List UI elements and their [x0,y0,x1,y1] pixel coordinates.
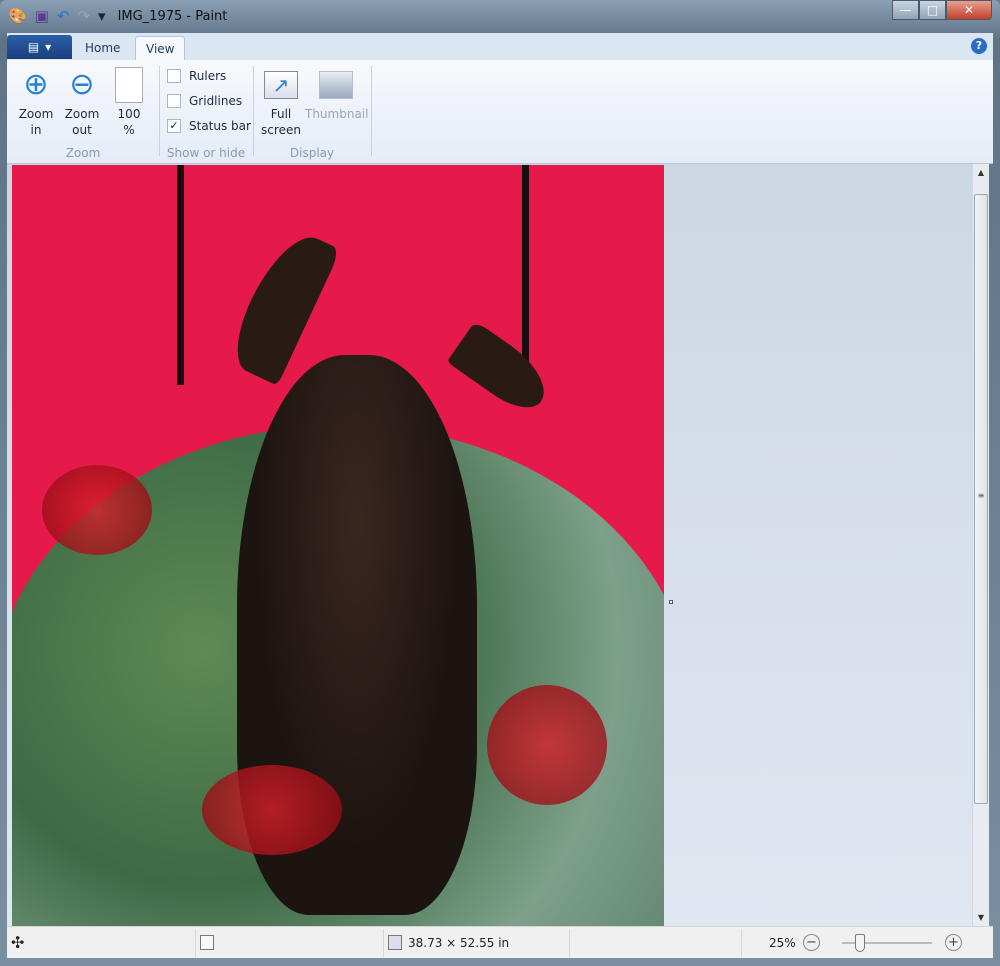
status-bar: ✣ 38.73 × 52.55 in 25% − + [7,926,993,958]
full-screen-label-2: screen [259,122,303,138]
checkbox-box[interactable] [167,94,181,108]
vertical-scrollbar[interactable]: ▲ ≡ ▼ [972,164,989,926]
tab-view[interactable]: View [135,36,185,60]
zoom-in-status-button[interactable]: + [945,934,962,951]
zoom-in-icon: ⊕ [15,64,57,106]
berries [42,465,152,555]
window-title: IMG_1975 - Paint [118,9,228,24]
zoom-out-button[interactable]: ⊖ Zoom out [61,64,103,138]
paint-window: 🎨 ▣ ↶ ↷ ▾ IMG_1975 - Paint — □ ✕ ▤▾ Home… [0,0,1000,966]
checkbox-box[interactable] [167,69,181,83]
customize-dropdown-icon[interactable]: ▾ [98,7,106,25]
paint-app-icon[interactable]: 🎨 [8,7,27,25]
undo-icon[interactable]: ↶ [57,7,70,25]
image-canvas[interactable] [12,165,664,926]
zoom-level: 25% [769,936,796,950]
save-icon[interactable]: ▣ [35,7,49,25]
show-hide-group-label: Show or hide [159,146,253,160]
paint-menu-button[interactable]: ▤▾ [7,35,72,59]
berries [487,685,607,805]
zoom-slider[interactable] [842,942,932,944]
ribbon-view: ⊕ Zoom in ⊖ Zoom out 100 % Zoom Rulers G… [7,60,993,164]
selection-size-icon [200,935,214,950]
minimize-button[interactable]: — [892,0,919,20]
status-bar-checkbox[interactable]: ✓ Status bar [167,119,251,133]
zoom-out-label-2: out [61,122,103,138]
page-icon [109,64,149,106]
title-bar: 🎨 ▣ ↶ ↷ ▾ IMG_1975 - Paint — □ ✕ [0,0,1000,32]
full-screen-label: Full [259,106,303,122]
status-bar-label: Status bar [189,119,251,133]
full-screen-button[interactable]: ↗ Full screen [259,64,303,138]
dog-ear [447,321,558,419]
plank-gap [177,165,184,385]
rulers-label: Rulers [189,69,226,83]
actual-size-button[interactable]: 100 % [109,64,149,138]
zoom-group-label: Zoom [7,146,159,160]
berries [202,765,342,855]
checkmark-icon[interactable]: ✓ [167,119,181,133]
zoom-in-label: Zoom [15,106,57,122]
image-dimensions: 38.73 × 52.55 in [408,936,509,950]
display-group-label: Display [253,146,371,160]
divider [371,66,372,156]
close-button[interactable]: ✕ [946,0,992,20]
zoom-out-status-button[interactable]: − [803,934,820,951]
zoom-slider-thumb[interactable] [855,934,865,952]
thumbnail-label: Thumbnail [305,106,367,122]
thumbnail-button[interactable]: Thumbnail [305,64,367,122]
divider [253,66,254,156]
zoom-in-button[interactable]: ⊕ Zoom in [15,64,57,138]
zoom-out-label: Zoom [61,106,103,122]
image-size-icon [388,935,402,950]
gridlines-label: Gridlines [189,94,242,108]
redo-icon[interactable]: ↷ [77,7,90,25]
actual-size-label-2: % [109,122,149,138]
scroll-thumb[interactable]: ≡ [974,194,988,804]
divider [159,66,160,156]
cursor-position-icon: ✣ [11,933,24,952]
ribbon-tabs: ▤▾ Home View ? [7,33,993,60]
maximize-button[interactable]: □ [919,0,946,20]
chevron-down-icon: ▾ [45,40,51,54]
menu-icon: ▤ [28,40,39,54]
plank-gap [522,165,529,385]
resize-handle[interactable] [669,600,673,604]
zoom-out-icon: ⊖ [61,64,103,106]
help-icon[interactable]: ? [971,38,987,54]
tab-home[interactable]: Home [75,36,130,60]
canvas-area[interactable] [7,164,972,926]
gridlines-checkbox[interactable]: Gridlines [167,94,242,108]
scroll-down-icon[interactable]: ▼ [973,909,989,926]
scroll-up-icon[interactable]: ▲ [973,164,989,181]
zoom-in-label-2: in [15,122,57,138]
full-screen-icon: ↗ [259,64,303,106]
actual-size-label: 100 [109,106,149,122]
rulers-checkbox[interactable]: Rulers [167,69,226,83]
thumbnail-icon [305,64,367,106]
quick-access-toolbar: 🎨 ▣ ↶ ↷ ▾ [8,7,106,25]
